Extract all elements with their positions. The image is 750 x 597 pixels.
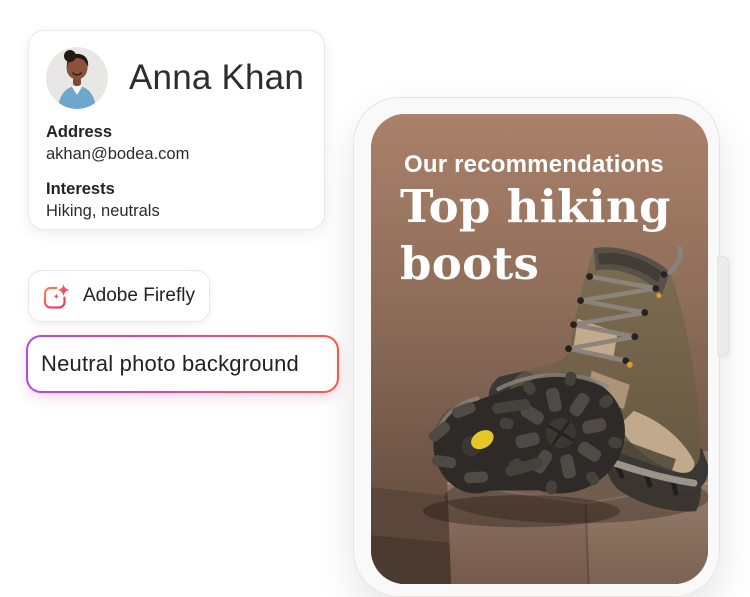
screen-eyebrow: Our recommendations (404, 151, 664, 179)
profile-name: Anna Khan (129, 58, 304, 98)
prompt-input-inner: Neutral photo background (28, 337, 337, 391)
address-value: akhan@bodea.com (46, 143, 307, 165)
phone-screen: Our recommendations Top hiking boots (371, 114, 708, 584)
interests-label: Interests (46, 179, 307, 200)
headline-line-2: boots (400, 235, 671, 292)
address-label: Address (46, 122, 307, 143)
headline-line-1: Top hiking (400, 178, 671, 235)
prompt-input[interactable]: Neutral photo background (26, 335, 339, 393)
adobe-firefly-icon (43, 283, 70, 310)
adobe-firefly-label: Adobe Firefly (83, 285, 195, 307)
interests-value: Hiking, neutrals (46, 200, 307, 222)
screen-headline: Top hiking boots (400, 178, 671, 292)
profile-card: Anna Khan Address akhan@bodea.com Intere… (28, 30, 325, 230)
phone-mockup: Our recommendations Top hiking boots (353, 97, 720, 597)
avatar (46, 47, 108, 109)
avatar-illustration (46, 47, 108, 109)
profile-field-interests: Interests Hiking, neutrals (46, 179, 307, 222)
adobe-firefly-button[interactable]: Adobe Firefly (28, 270, 210, 322)
profile-field-address: Address akhan@bodea.com (46, 122, 307, 165)
prompt-text: Neutral photo background (41, 351, 299, 377)
phone-side-button (717, 256, 729, 356)
profile-header: Anna Khan (46, 47, 307, 109)
